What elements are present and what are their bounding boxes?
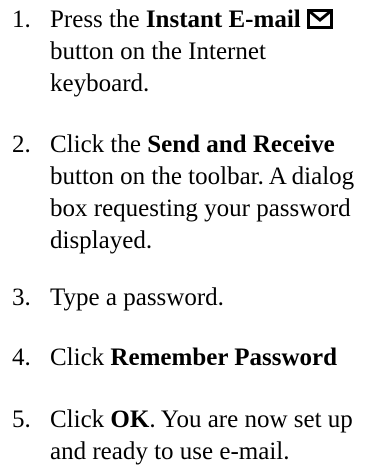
- step-number: 5.: [12, 406, 31, 433]
- step-text-plain: . You are now set up: [149, 406, 353, 433]
- step-line: Press the Instant E-mail: [50, 4, 333, 36]
- step-number: 2.: [12, 131, 31, 158]
- step-text: Press the Instant E-mail button on the I…: [50, 4, 333, 100]
- step-number: 1.: [12, 6, 31, 33]
- instruction-document: 1. Press the Instant E-mail button on th…: [0, 0, 380, 466]
- step-text-plain: Click the: [50, 131, 148, 158]
- step-line: Click the Send and Receive: [50, 129, 354, 161]
- step-text: Type a password.: [50, 282, 224, 314]
- step-text-plain: Click: [50, 406, 111, 433]
- step-line: box requesting your password: [50, 195, 351, 222]
- step-number: 3.: [12, 284, 31, 311]
- ok-button-name: OK: [110, 406, 150, 433]
- step-number: 4.: [12, 344, 31, 371]
- step-line: Click Remember Password: [50, 342, 337, 374]
- step-line: button on the toolbar. A dialog: [50, 163, 355, 190]
- envelope-icon: [306, 9, 333, 29]
- step-line: displayed.: [50, 227, 153, 254]
- instant-email-button-name: Instant E-mail: [145, 6, 301, 33]
- step-line: and ready to use e-mail.: [50, 438, 290, 465]
- step-text-plain: Press the: [50, 6, 146, 33]
- step-text: Click OK. You are now set up and ready t…: [50, 404, 353, 466]
- step-line: Click OK. You are now set up: [50, 404, 353, 436]
- send-receive-button-name: Send and Receive: [147, 131, 335, 158]
- step-line: keyboard.: [50, 70, 150, 97]
- step-text: Click Remember Password: [50, 342, 337, 374]
- step-line: Type a password.: [50, 284, 224, 311]
- step-text: Click the Send and Receive button on the…: [50, 129, 354, 257]
- step-line: button on the Internet: [50, 38, 266, 65]
- remember-password-option-name: Remember Password: [110, 344, 337, 371]
- step-text-plain: Click: [50, 344, 111, 371]
